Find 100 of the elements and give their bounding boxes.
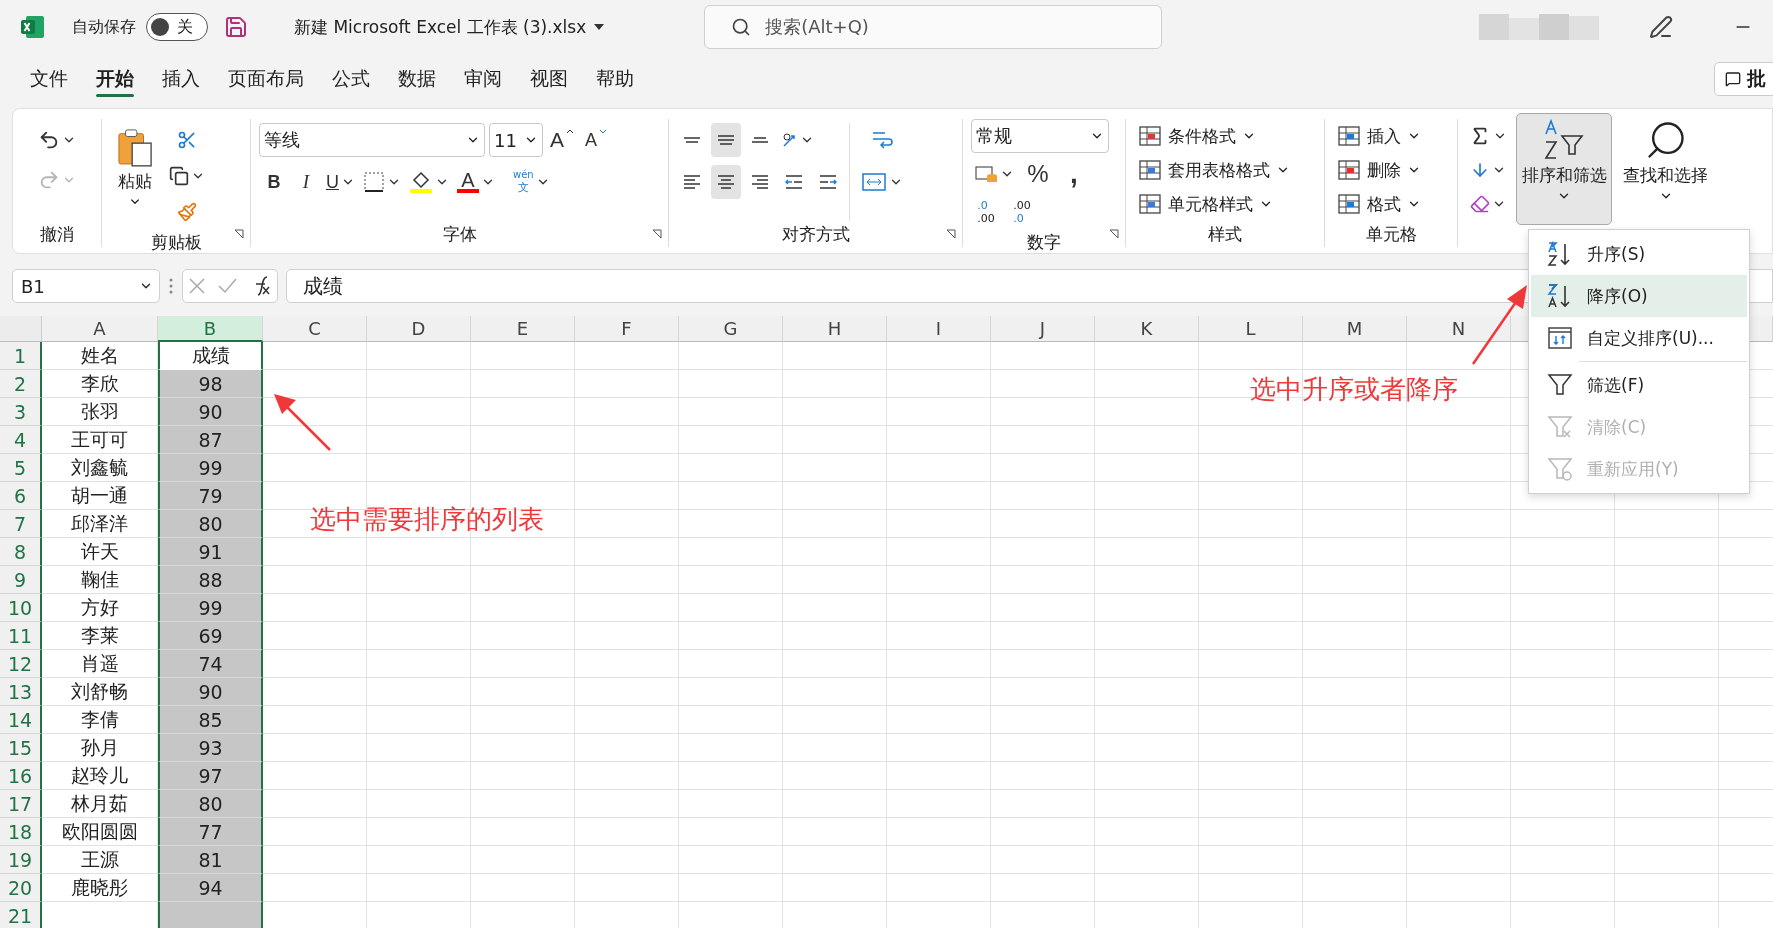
- column-header[interactable]: G: [679, 316, 783, 342]
- row-header[interactable]: 20: [0, 874, 42, 902]
- save-icon[interactable]: [224, 15, 248, 39]
- dialog-launcher-icon[interactable]: [234, 229, 244, 239]
- column-header[interactable]: E: [471, 316, 575, 342]
- ribbon-tab[interactable]: 帮助: [582, 59, 648, 99]
- column-header[interactable]: I: [887, 316, 991, 342]
- menu-item[interactable]: 降序(O): [1531, 275, 1747, 317]
- table-cell: 93: [158, 734, 263, 762]
- row-header[interactable]: 4: [0, 426, 42, 454]
- comment-button[interactable]: 批: [1714, 62, 1773, 96]
- pen-icon[interactable]: [1649, 15, 1673, 39]
- autosave-toggle[interactable]: 关: [146, 13, 208, 41]
- phonetic-button[interactable]: wén 文: [510, 165, 553, 199]
- horizontal-align-button[interactable]: [711, 165, 741, 199]
- row-header[interactable]: 15: [0, 734, 42, 762]
- checkmark-icon[interactable]: [217, 277, 237, 295]
- ribbon-tab[interactable]: 视图: [516, 59, 582, 99]
- ribbon-tab[interactable]: 插入: [148, 59, 214, 99]
- ribbon-tab[interactable]: 审阅: [450, 59, 516, 99]
- align-bottom-icon: [749, 135, 771, 145]
- table-cell: 74: [158, 650, 263, 678]
- cells-button[interactable]: 格式: [1333, 187, 1449, 221]
- column-header[interactable]: L: [1199, 316, 1303, 342]
- italic-button[interactable]: I: [291, 165, 321, 199]
- row-header[interactable]: 10: [0, 594, 42, 622]
- column-header[interactable]: D: [367, 316, 471, 342]
- row-header[interactable]: 6: [0, 482, 42, 510]
- percent-button[interactable]: %: [1023, 157, 1053, 191]
- grow-font-button[interactable]: A: [547, 123, 577, 157]
- column-header[interactable]: K: [1095, 316, 1199, 342]
- row-header[interactable]: 2: [0, 370, 42, 398]
- up-caret-icon: [566, 129, 574, 134]
- align-right-icon: [749, 173, 771, 191]
- table-cell: 79: [158, 482, 263, 510]
- column-header[interactable]: A: [42, 316, 158, 342]
- fill-bucket-icon: [409, 170, 433, 194]
- row-header[interactable]: 3: [0, 398, 42, 426]
- cells-button[interactable]: 删除: [1333, 153, 1449, 187]
- bold-button[interactable]: B: [259, 165, 289, 199]
- custom-icon: [1547, 325, 1573, 351]
- eraser-icon: [1470, 194, 1490, 214]
- row-header[interactable]: 5: [0, 454, 42, 482]
- style-button[interactable]: 条件格式: [1134, 119, 1316, 153]
- font-size-field[interactable]: 11: [489, 123, 543, 157]
- comma-style-button[interactable]: ,: [1059, 157, 1089, 191]
- column-header[interactable]: M: [1303, 316, 1407, 342]
- row-header[interactable]: 9: [0, 566, 42, 594]
- row-header[interactable]: 7: [0, 510, 42, 538]
- underline-button[interactable]: U: [323, 165, 358, 199]
- ribbon-tab[interactable]: 公式: [318, 59, 384, 99]
- paste-button[interactable]: 粘贴: [110, 123, 160, 213]
- column-header[interactable]: F: [575, 316, 679, 342]
- ribbon-tab[interactable]: 开始: [82, 59, 148, 99]
- style-button[interactable]: 套用表格格式: [1134, 153, 1316, 187]
- row-header[interactable]: 18: [0, 818, 42, 846]
- column-header[interactable]: H: [783, 316, 887, 342]
- caret-icon[interactable]: [594, 24, 605, 30]
- menu-item[interactable]: 筛选(F): [1531, 364, 1747, 406]
- paintbrush-icon: [177, 202, 197, 222]
- name-box[interactable]: B1: [12, 269, 160, 303]
- ribbon-tab[interactable]: 数据: [384, 59, 450, 99]
- sort-filter-button[interactable]: 排序和筛选: [1516, 113, 1612, 225]
- row-header[interactable]: 17: [0, 790, 42, 818]
- font-color-button[interactable]: A: [454, 165, 498, 199]
- shrink-font-button[interactable]: A: [581, 123, 611, 157]
- row-header[interactable]: 8: [0, 538, 42, 566]
- number-format-field[interactable]: 常规: [971, 119, 1109, 153]
- copy-icon: [169, 166, 189, 186]
- ribbon-tab[interactable]: 文件: [16, 59, 82, 99]
- cell-icon: [1138, 193, 1162, 215]
- column-header[interactable]: B: [158, 316, 263, 342]
- dialog-launcher-icon[interactable]: [1109, 229, 1119, 239]
- row-header[interactable]: 16: [0, 762, 42, 790]
- row-header[interactable]: 13: [0, 678, 42, 706]
- row-header[interactable]: 1: [0, 342, 42, 370]
- font-name-field[interactable]: 等线: [259, 123, 485, 157]
- column-header[interactable]: N: [1407, 316, 1511, 342]
- search-field[interactable]: 搜索(Alt+Q): [704, 5, 1163, 49]
- column-header[interactable]: C: [263, 316, 367, 342]
- row-header[interactable]: 12: [0, 650, 42, 678]
- group-label: 数字: [1026, 231, 1062, 253]
- dialog-launcher-icon[interactable]: [652, 229, 662, 239]
- cells-button[interactable]: 插入: [1333, 119, 1449, 153]
- menu-item[interactable]: 自定义排序(U)...: [1531, 317, 1747, 359]
- row-header[interactable]: 11: [0, 622, 42, 650]
- row-header[interactable]: 19: [0, 846, 42, 874]
- table-cell: 90: [158, 398, 263, 426]
- column-header[interactable]: J: [991, 316, 1095, 342]
- find-select-button[interactable]: 查找和选择: [1618, 113, 1713, 225]
- vertical-align-button[interactable]: [711, 123, 741, 157]
- ribbon-tab[interactable]: 页面布局: [214, 59, 318, 99]
- style-button[interactable]: 单元格样式: [1134, 187, 1316, 221]
- table-cell: 99: [158, 594, 263, 622]
- group-label: 剪贴板: [149, 231, 203, 253]
- dialog-launcher-icon[interactable]: [946, 229, 956, 239]
- row-header[interactable]: 14: [0, 706, 42, 734]
- decrease-decimal-button[interactable]: .00 .0: [1007, 195, 1037, 229]
- row-header[interactable]: 21: [0, 902, 42, 928]
- increase-decimal-button[interactable]: .0 .00: [971, 195, 1001, 229]
